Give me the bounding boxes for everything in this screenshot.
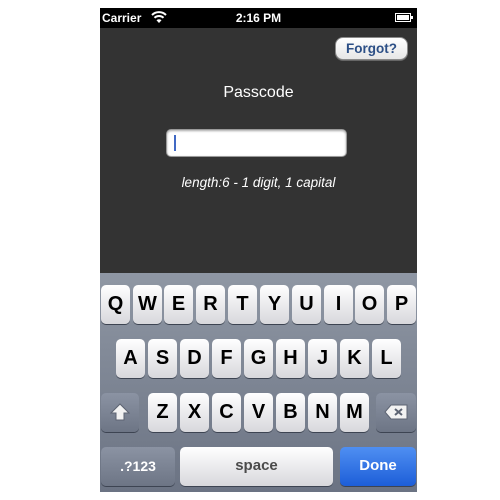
shift-key[interactable] — [101, 393, 139, 432]
clock-time: 2:16 PM — [235, 11, 282, 25]
phone-screen: Carrier 2:16 PM Forgot? Passcode length:… — [100, 8, 417, 492]
key-v[interactable]: V — [244, 393, 273, 432]
key-f[interactable]: F — [212, 339, 241, 378]
key-z[interactable]: Z — [148, 393, 177, 432]
space-key[interactable]: space — [180, 447, 333, 486]
numbers-key[interactable]: .?123 — [101, 447, 175, 486]
delete-key[interactable] — [376, 393, 416, 432]
key-y[interactable]: Y — [260, 285, 289, 324]
key-i[interactable]: I — [324, 285, 353, 324]
backspace-icon — [384, 404, 408, 420]
status-bar: Carrier 2:16 PM — [100, 8, 417, 28]
passcode-input[interactable] — [166, 129, 347, 157]
key-o[interactable]: O — [355, 285, 384, 324]
key-p[interactable]: P — [387, 285, 416, 324]
key-x[interactable]: X — [180, 393, 209, 432]
key-j[interactable]: J — [308, 339, 337, 378]
key-m[interactable]: M — [340, 393, 369, 432]
key-h[interactable]: H — [276, 339, 305, 378]
key-q[interactable]: Q — [101, 285, 130, 324]
key-b[interactable]: B — [276, 393, 305, 432]
key-l[interactable]: L — [372, 339, 401, 378]
done-key[interactable]: Done — [340, 447, 416, 486]
key-w[interactable]: W — [133, 285, 162, 324]
key-g[interactable]: G — [244, 339, 273, 378]
key-r[interactable]: R — [196, 285, 225, 324]
key-k[interactable]: K — [340, 339, 369, 378]
passcode-hint: length:6 - 1 digit, 1 capital — [181, 175, 336, 190]
keyboard: Q W E R T Y U I O P A S D F G H J K L Z … — [100, 273, 417, 492]
battery-icon — [395, 13, 413, 22]
key-n[interactable]: N — [308, 393, 337, 432]
key-u[interactable]: U — [292, 285, 321, 324]
forgot-button[interactable]: Forgot? — [335, 37, 408, 60]
shift-arrow-icon — [110, 403, 130, 421]
key-d[interactable]: D — [180, 339, 209, 378]
key-t[interactable]: T — [228, 285, 257, 324]
passcode-title: Passcode — [223, 84, 294, 101]
key-a[interactable]: A — [116, 339, 145, 378]
key-s[interactable]: S — [148, 339, 177, 378]
text-caret — [174, 135, 176, 151]
key-c[interactable]: C — [212, 393, 241, 432]
key-e[interactable]: E — [164, 285, 193, 324]
